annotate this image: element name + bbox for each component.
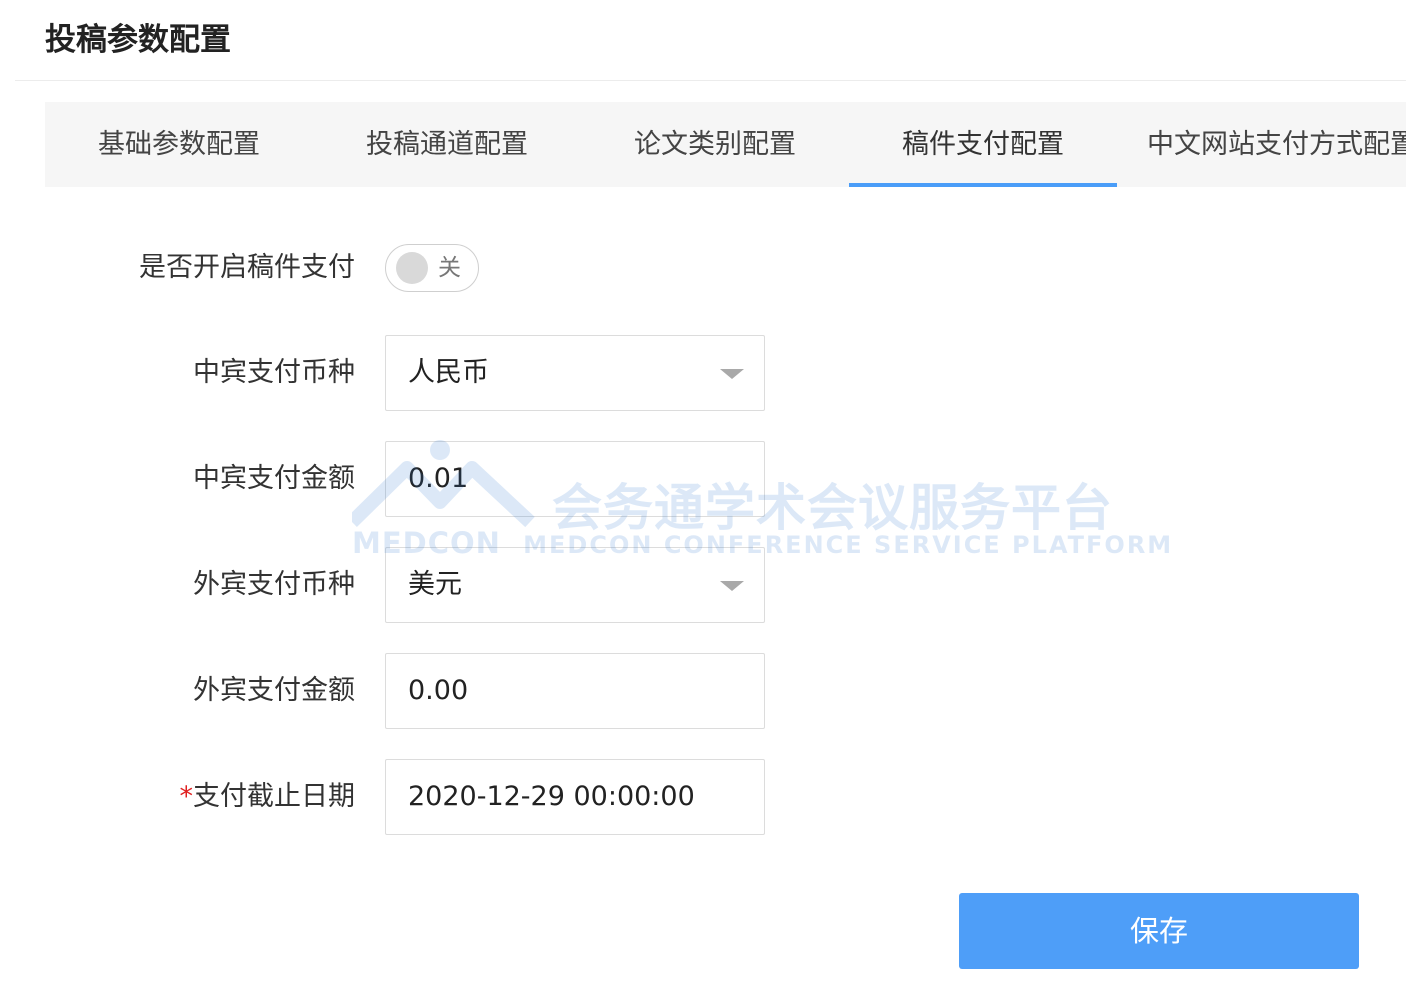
title-divider (15, 80, 1406, 81)
tab-bar: 基础参数配置 投稿通道配置 论文类别配置 稿件支付配置 中文网站支付方式配置 (45, 102, 1406, 187)
foreign-currency-label: 外宾支付币种 (193, 569, 355, 600)
tab-basic-params[interactable]: 基础参数配置 (45, 102, 313, 187)
domestic-currency-value: 人民币 (408, 357, 489, 388)
payment-toggle-label: 是否开启稿件支付 (139, 252, 355, 283)
required-mark: * (179, 781, 194, 812)
form-row-domestic-amount: 中宾支付金额 0.01 (0, 441, 800, 517)
switch-knob (396, 252, 428, 284)
tab-manuscript-payment[interactable]: 稿件支付配置 (849, 102, 1117, 187)
save-button[interactable]: 保存 (959, 893, 1359, 969)
form-row-deadline: *支付截止日期 2020-12-29 00:00:00 (0, 759, 800, 835)
chevron-down-icon (720, 581, 744, 591)
foreign-amount-input[interactable]: 0.00 (385, 653, 765, 729)
domestic-currency-select[interactable]: 人民币 (385, 335, 765, 411)
foreign-amount-value: 0.00 (408, 675, 469, 706)
form-row-payment-toggle: 是否开启稿件支付 关 (0, 230, 800, 306)
page: 投稿参数配置 基础参数配置 投稿通道配置 论文类别配置 稿件支付配置 中文网站支… (0, 0, 1406, 998)
foreign-amount-label: 外宾支付金额 (193, 675, 355, 706)
form-row-foreign-currency: 外宾支付币种 美元 (0, 547, 800, 623)
form-row-domestic-currency: 中宾支付币种 人民币 (0, 335, 800, 411)
deadline-datetime-input[interactable]: 2020-12-29 00:00:00 (385, 759, 765, 835)
deadline-label-text: 支付截止日期 (193, 781, 355, 812)
tab-chinese-site-payment[interactable]: 中文网站支付方式配置 (1117, 102, 1406, 187)
domestic-currency-label: 中宾支付币种 (193, 357, 355, 388)
tab-paper-category[interactable]: 论文类别配置 (581, 102, 849, 187)
domestic-amount-input[interactable]: 0.01 (385, 441, 765, 517)
foreign-currency-value: 美元 (408, 569, 462, 600)
domestic-amount-label: 中宾支付金额 (193, 463, 355, 494)
tab-submission-channel[interactable]: 投稿通道配置 (313, 102, 581, 187)
payment-toggle-switch[interactable]: 关 (385, 244, 479, 292)
form-row-foreign-amount: 外宾支付金额 0.00 (0, 653, 800, 729)
switch-state-text: 关 (438, 255, 461, 281)
domestic-amount-value: 0.01 (408, 463, 469, 494)
deadline-value: 2020-12-29 00:00:00 (408, 781, 695, 812)
chevron-down-icon (720, 369, 744, 379)
deadline-label: *支付截止日期 (0, 759, 356, 835)
foreign-currency-select[interactable]: 美元 (385, 547, 765, 623)
page-title: 投稿参数配置 (45, 22, 231, 58)
